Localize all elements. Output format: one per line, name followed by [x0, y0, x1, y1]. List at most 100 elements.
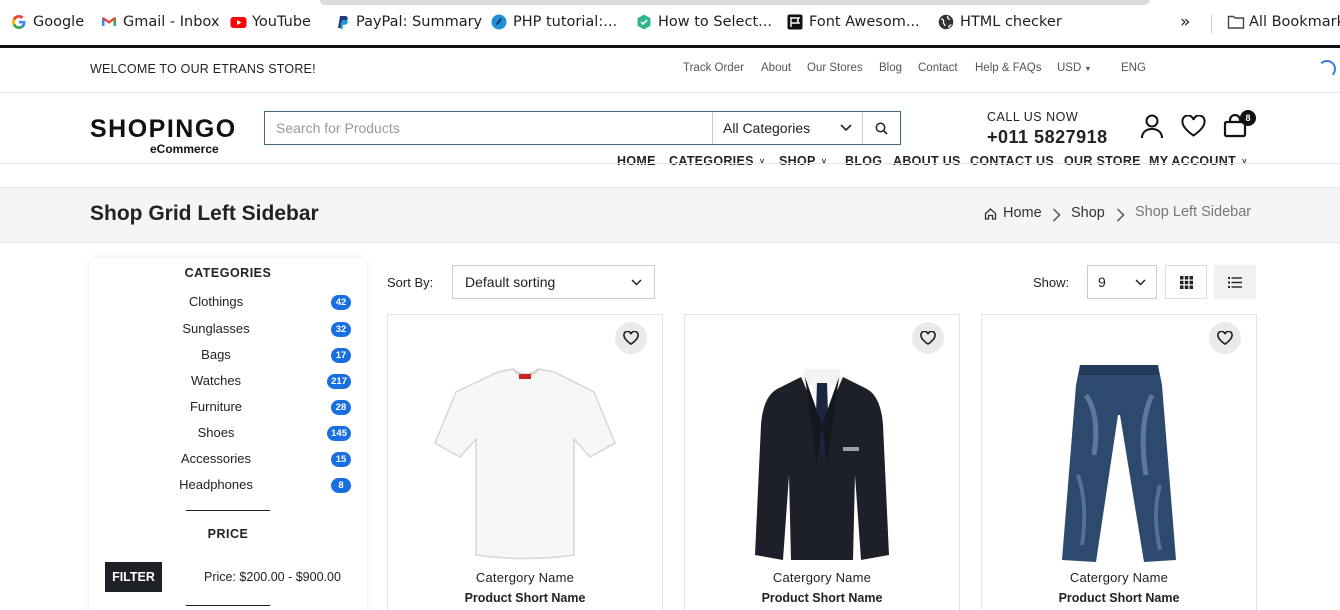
- breadcrumb-shop[interactable]: Shop: [1071, 205, 1105, 221]
- section-divider: [186, 510, 270, 511]
- category-item-headphones[interactable]: Headphones 8: [90, 475, 366, 495]
- category-select-value: All Categories: [723, 120, 811, 136]
- search-input[interactable]: Search for Products: [265, 112, 713, 144]
- product-category[interactable]: Catergory Name: [388, 570, 662, 585]
- breadcrumb-home[interactable]: Home: [984, 205, 1042, 221]
- sort-select-value: Default sorting: [465, 274, 556, 290]
- bookmark-label: PayPal: Summary: [356, 14, 483, 30]
- currency-value: USD: [1057, 62, 1082, 74]
- bookmark-youtube[interactable]: YouTube: [230, 14, 311, 30]
- currency-dropdown[interactable]: USD ▼: [1057, 62, 1091, 74]
- call-us-label: CALL US NOW: [987, 110, 1079, 124]
- chevron-right-icon: [1052, 208, 1061, 222]
- heart-icon: [623, 331, 639, 345]
- price-heading: PRICE: [207, 527, 249, 541]
- list-view-button[interactable]: [1214, 265, 1256, 299]
- bookmark-how-to-select[interactable]: How to Select...: [636, 14, 772, 30]
- nav-label: SHOP: [779, 154, 816, 168]
- filter-button[interactable]: FILTER: [105, 562, 162, 592]
- fontawesome-icon: [787, 14, 803, 30]
- nav-label: MY ACCOUNT: [1149, 154, 1237, 168]
- wishlist-button[interactable]: [1181, 114, 1206, 142]
- header-divider: [0, 163, 1340, 164]
- bookmark-paypal[interactable]: PayPal: Summary: [334, 14, 482, 30]
- search-button[interactable]: [863, 112, 900, 144]
- phone-number[interactable]: +011 5827918: [987, 127, 1108, 148]
- category-count-badge: 42: [331, 295, 351, 310]
- bookmark-php-tutorial[interactable]: PHP tutorial:...: [491, 14, 617, 30]
- product-card[interactable]: Catergory Name Product Short Name: [387, 314, 663, 610]
- nav-blog[interactable]: BLOG: [845, 154, 882, 168]
- toplink-about[interactable]: About: [761, 62, 791, 74]
- chevron-down-icon: [631, 278, 642, 286]
- bookmark-gmail[interactable]: Gmail - Inbox: [101, 14, 219, 30]
- show-count-value: 9: [1098, 274, 1106, 290]
- add-to-wishlist-button[interactable]: [912, 322, 944, 354]
- product-name[interactable]: Product Short Name: [388, 591, 662, 605]
- category-name: Clothings: [188, 294, 244, 309]
- toplink-help-faqs[interactable]: Help & FAQs: [975, 62, 1041, 74]
- blue-jeans-image[interactable]: [982, 355, 1256, 565]
- toplink-contact[interactable]: Contact: [918, 62, 958, 74]
- category-item-clothings[interactable]: Clothings 42: [90, 292, 366, 312]
- breadcrumb-current: Shop Left Sidebar: [1135, 204, 1252, 220]
- category-item-bags[interactable]: Bags 17: [90, 345, 366, 365]
- bookmark-label: How to Select...: [658, 14, 772, 30]
- toplink-blog[interactable]: Blog: [879, 62, 902, 74]
- category-name: Watches: [190, 373, 242, 388]
- nav-contact-us[interactable]: CONTACT US: [970, 154, 1054, 168]
- category-item-watches[interactable]: Watches 217: [90, 371, 366, 391]
- nav-shop[interactable]: SHOP ˅: [779, 154, 827, 168]
- black-suit-image[interactable]: [685, 355, 959, 565]
- category-name: Accessories: [180, 451, 252, 466]
- language-selector[interactable]: ENG: [1121, 62, 1146, 74]
- product-category[interactable]: Catergory Name: [685, 570, 959, 585]
- category-count-badge: 32: [331, 322, 351, 337]
- category-count-badge: 28: [331, 400, 351, 415]
- nav-label: OUR STORE: [1064, 154, 1141, 168]
- bookmark-font-awesome[interactable]: Font Awesom...: [787, 14, 920, 30]
- product-category[interactable]: Catergory Name: [982, 570, 1256, 585]
- category-item-furniture[interactable]: Furniture 28: [90, 397, 366, 417]
- nav-about-us[interactable]: ABOUT US: [893, 154, 961, 168]
- nav-categories[interactable]: CATEGORIES ˅: [669, 154, 765, 168]
- product-name[interactable]: Product Short Name: [685, 591, 959, 605]
- sort-select[interactable]: Default sorting: [452, 265, 655, 299]
- bookmark-google[interactable]: Google: [11, 14, 84, 30]
- nav-our-store[interactable]: OUR STORE: [1064, 154, 1141, 168]
- top-bar: WELCOME TO OUR ETRANS STORE! Track Order…: [0, 48, 1340, 93]
- category-item-accessories[interactable]: Accessories 15: [90, 449, 366, 469]
- category-item-shoes[interactable]: Shoes 145: [90, 423, 366, 443]
- home-icon: [984, 207, 997, 220]
- chevron-down-icon: ˅: [759, 156, 765, 166]
- show-count-select[interactable]: 9: [1087, 265, 1157, 299]
- nav-my-account[interactable]: MY ACCOUNT ˅: [1149, 154, 1247, 168]
- category-item-sunglasses[interactable]: Sunglasses 32: [90, 319, 366, 339]
- grid-view-button[interactable]: [1165, 265, 1207, 299]
- heart-icon: [1217, 331, 1233, 345]
- bookmark-html-checker[interactable]: HTML checker: [938, 14, 1062, 30]
- category-select[interactable]: All Categories: [713, 112, 863, 144]
- product-card[interactable]: Catergory Name Product Short Name: [684, 314, 960, 610]
- more-bookmarks-button[interactable]: »: [1180, 12, 1190, 32]
- account-button[interactable]: [1140, 113, 1164, 144]
- add-to-wishlist-button[interactable]: [615, 322, 647, 354]
- folder-icon: [1227, 14, 1245, 30]
- add-to-wishlist-button[interactable]: [1209, 322, 1241, 354]
- browser-tab-edge: [320, 0, 1150, 5]
- product-card[interactable]: Catergory Name Product Short Name: [981, 314, 1257, 610]
- category-count-badge: 8: [331, 478, 351, 493]
- bookmark-all-bookmarks[interactable]: All Bookmarks: [1227, 14, 1340, 30]
- price-range-text: Price: $200.00 - $900.00: [204, 570, 341, 584]
- categories-heading: CATEGORIES: [184, 266, 272, 280]
- white-tshirt-image[interactable]: [388, 355, 662, 565]
- chevron-down-icon: [840, 124, 852, 132]
- nav-home[interactable]: HOME: [617, 154, 656, 168]
- toplink-track-order[interactable]: Track Order: [683, 62, 744, 74]
- product-name[interactable]: Product Short Name: [982, 591, 1256, 605]
- site-logo[interactable]: SHOPINGO eCommerce: [90, 115, 237, 156]
- bookmark-label: YouTube: [252, 14, 311, 30]
- section-divider: [186, 605, 270, 606]
- bookmark-label: All Bookmarks: [1249, 14, 1340, 30]
- toplink-our-stores[interactable]: Our Stores: [807, 62, 863, 74]
